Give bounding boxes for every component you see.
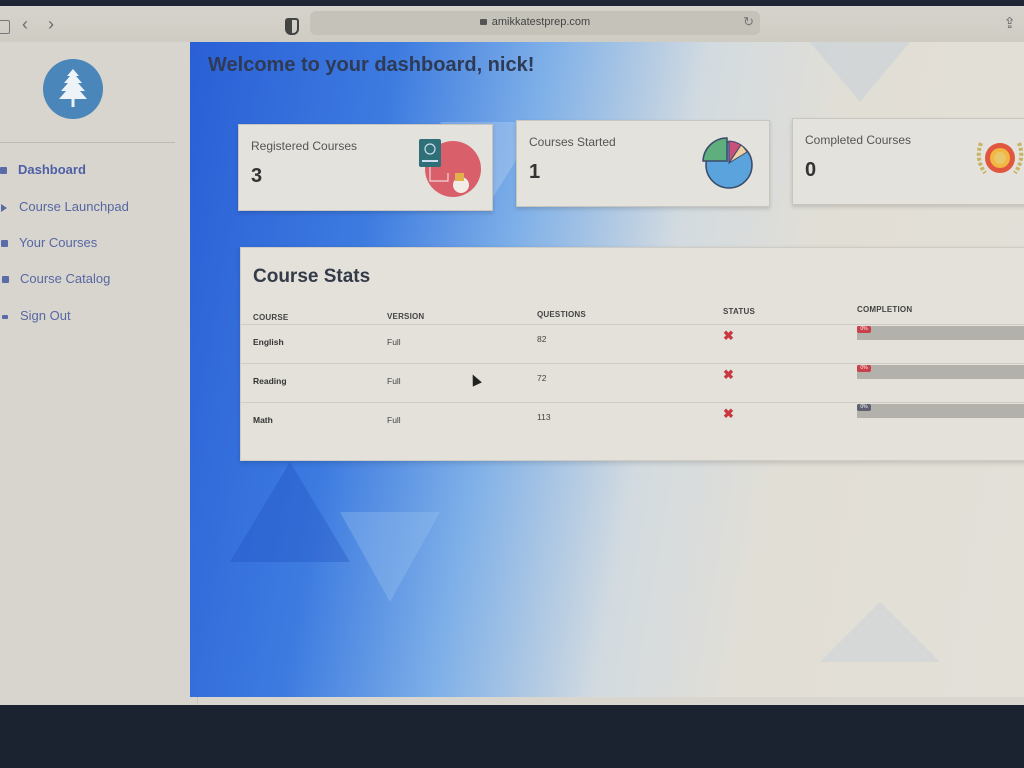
sidebar-item-label: Sign Out <box>20 308 71 323</box>
stat-card-courses-started[interactable]: Courses Started 1 <box>516 120 770 207</box>
panel-title: Course Stats <box>253 266 371 287</box>
cell-version: Full <box>387 376 401 386</box>
table-row[interactable]: Reading Full 72 ✖ 0% <box>241 363 1024 403</box>
screen: ‹ › amikkatestprep.com ↻ ⇪ Dashboard Cou… <box>0 0 1024 705</box>
browser-toolbar: ‹ › amikkatestprep.com ↻ ⇪ <box>0 6 1024 42</box>
x-icon: ✖ <box>723 367 734 382</box>
home-icon <box>0 167 7 174</box>
shield-icon[interactable] <box>285 18 299 35</box>
course-stats-panel: Course Stats COURSE VERSION QUESTIONS ST… <box>240 247 1024 461</box>
sign-out-icon <box>2 315 8 319</box>
progress-bar: 0% <box>857 326 1024 340</box>
sidebar-item-label: Dashboard <box>18 162 86 177</box>
table-row[interactable]: English Full 82 ✖ 0% <box>241 324 1024 364</box>
cell-questions: 72 <box>537 373 547 383</box>
background-shape <box>340 512 440 602</box>
stat-card-completed-courses[interactable]: Completed Courses 0 <box>792 118 1024 205</box>
main-content: Welcome to your dashboard, nick! Registe… <box>190 42 1024 697</box>
column-header-completion[interactable]: COMPLETION <box>857 305 912 314</box>
url-bar[interactable]: amikkatestprep.com ↻ <box>310 11 760 35</box>
progress-bar: 0% <box>857 365 1024 379</box>
passport-icon <box>419 139 481 197</box>
cell-course: Math <box>253 415 273 425</box>
table-row[interactable]: Math Full 113 ✖ 0% <box>241 402 1024 442</box>
pie-chart-icon <box>702 137 753 189</box>
sidebar-item-label: Course Launchpad <box>19 199 129 214</box>
progress-fill: 0% <box>857 326 871 333</box>
stat-label: Completed Courses <box>805 133 912 147</box>
column-header-status[interactable]: STATUS <box>723 307 755 316</box>
stat-value: 0 <box>805 159 817 181</box>
cell-questions: 113 <box>537 412 551 422</box>
stat-label: Courses Started <box>529 135 616 149</box>
cell-version: Full <box>387 337 401 347</box>
sidebar: Dashboard Course Launchpad Your Courses … <box>0 42 198 705</box>
chevron-left-icon[interactable]: ‹ <box>22 14 28 34</box>
tree-icon <box>59 69 87 107</box>
cell-version: Full <box>387 415 401 425</box>
logo[interactable] <box>43 59 103 119</box>
progress-fill: 0% <box>857 404 871 411</box>
cell-questions: 82 <box>537 334 547 344</box>
progress-bar: 0% <box>857 404 1024 418</box>
lock-icon <box>479 19 487 25</box>
progress-fill: 0% <box>857 365 871 372</box>
column-header-course[interactable]: COURSE <box>253 313 288 322</box>
chevron-right-icon[interactable]: › <box>48 14 54 34</box>
sidebar-toggle-icon[interactable] <box>0 20 10 34</box>
sidebar-item-label: Course Catalog <box>20 271 111 286</box>
url-text[interactable]: amikkatestprep.com <box>310 16 760 28</box>
medal-icon <box>976 142 1024 175</box>
column-header-version[interactable]: VERSION <box>387 312 424 321</box>
background-shape <box>810 42 910 102</box>
url: amikkatestprep.com <box>491 16 591 28</box>
folder-icon <box>1 240 8 247</box>
background-shape <box>820 602 940 662</box>
x-icon: ✖ <box>723 406 734 421</box>
x-icon: ✖ <box>723 328 734 343</box>
column-header-questions[interactable]: QUESTIONS <box>537 310 586 319</box>
cell-course: Reading <box>253 376 287 386</box>
stat-value: 3 <box>251 165 263 187</box>
reload-icon[interactable]: ↻ <box>743 14 754 30</box>
play-icon <box>1 204 7 212</box>
sidebar-item-label: Your Courses <box>19 235 98 250</box>
background-shape <box>230 462 350 562</box>
bezel-bottom <box>0 705 1024 768</box>
sidebar-divider <box>0 142 175 143</box>
cell-course: English <box>253 337 284 347</box>
stat-card-registered-courses[interactable]: Registered Courses 3 <box>238 124 493 211</box>
share-icon[interactable]: ⇪ <box>1003 14 1016 32</box>
stat-label: Registered Courses <box>251 139 358 153</box>
stat-value: 1 <box>529 161 541 183</box>
page-title: Welcome to your dashboard, nick! <box>208 54 535 76</box>
book-icon <box>2 276 9 283</box>
